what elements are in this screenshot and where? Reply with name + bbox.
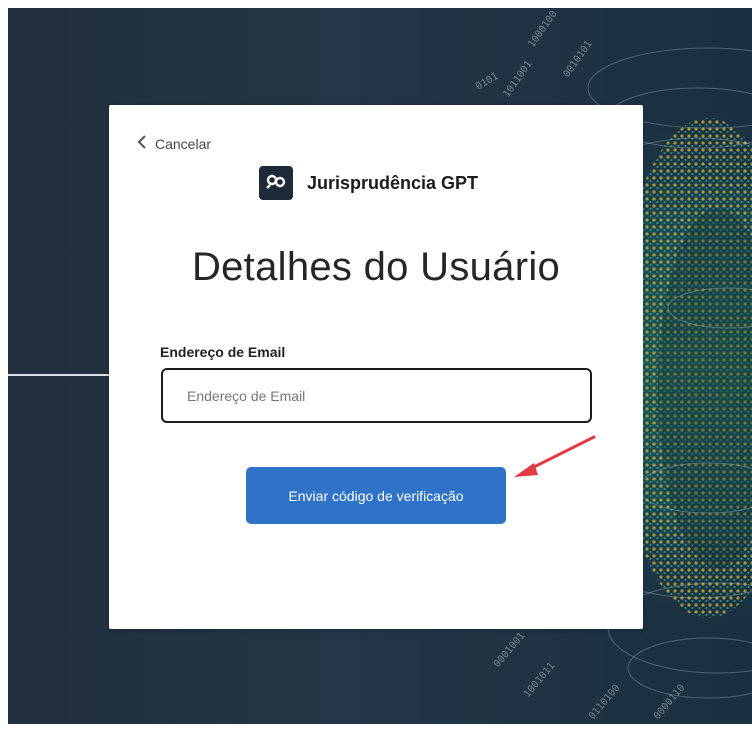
svg-text:0001001: 0001001: [492, 631, 528, 670]
brand-logo: [259, 166, 293, 200]
svg-text:1011001: 1011001: [501, 59, 534, 100]
user-details-card: Cancelar Jurisprudência GPT Detalhes do …: [109, 105, 643, 629]
svg-text:0010101: 0010101: [561, 39, 594, 80]
annotation-arrow-icon: [514, 435, 596, 477]
double-link-icon: [266, 173, 286, 194]
cancel-link[interactable]: Cancelar: [137, 135, 211, 152]
send-verification-code-button[interactable]: Enviar código de verificação: [246, 467, 506, 524]
login-background: 1000100 0010101 1011001 0101 0001001 100…: [8, 8, 752, 724]
email-label: Endereço de Email: [160, 344, 286, 360]
svg-text:0000110: 0000110: [652, 683, 688, 722]
brand: Jurisprudência GPT: [259, 166, 478, 200]
svg-text:1000100: 1000100: [526, 9, 559, 50]
svg-text:0110100: 0110100: [587, 683, 623, 722]
cancel-label: Cancelar: [155, 135, 212, 152]
svg-text:0101: 0101: [474, 71, 500, 93]
page-title: Detalhes do Usuário: [191, 245, 561, 289]
chevron-left-icon: [137, 135, 147, 152]
brand-name: Jurisprudência GPT: [307, 172, 479, 193]
email-field[interactable]: [161, 368, 592, 423]
svg-text:1001011: 1001011: [522, 661, 558, 700]
background-divider: [8, 374, 113, 376]
